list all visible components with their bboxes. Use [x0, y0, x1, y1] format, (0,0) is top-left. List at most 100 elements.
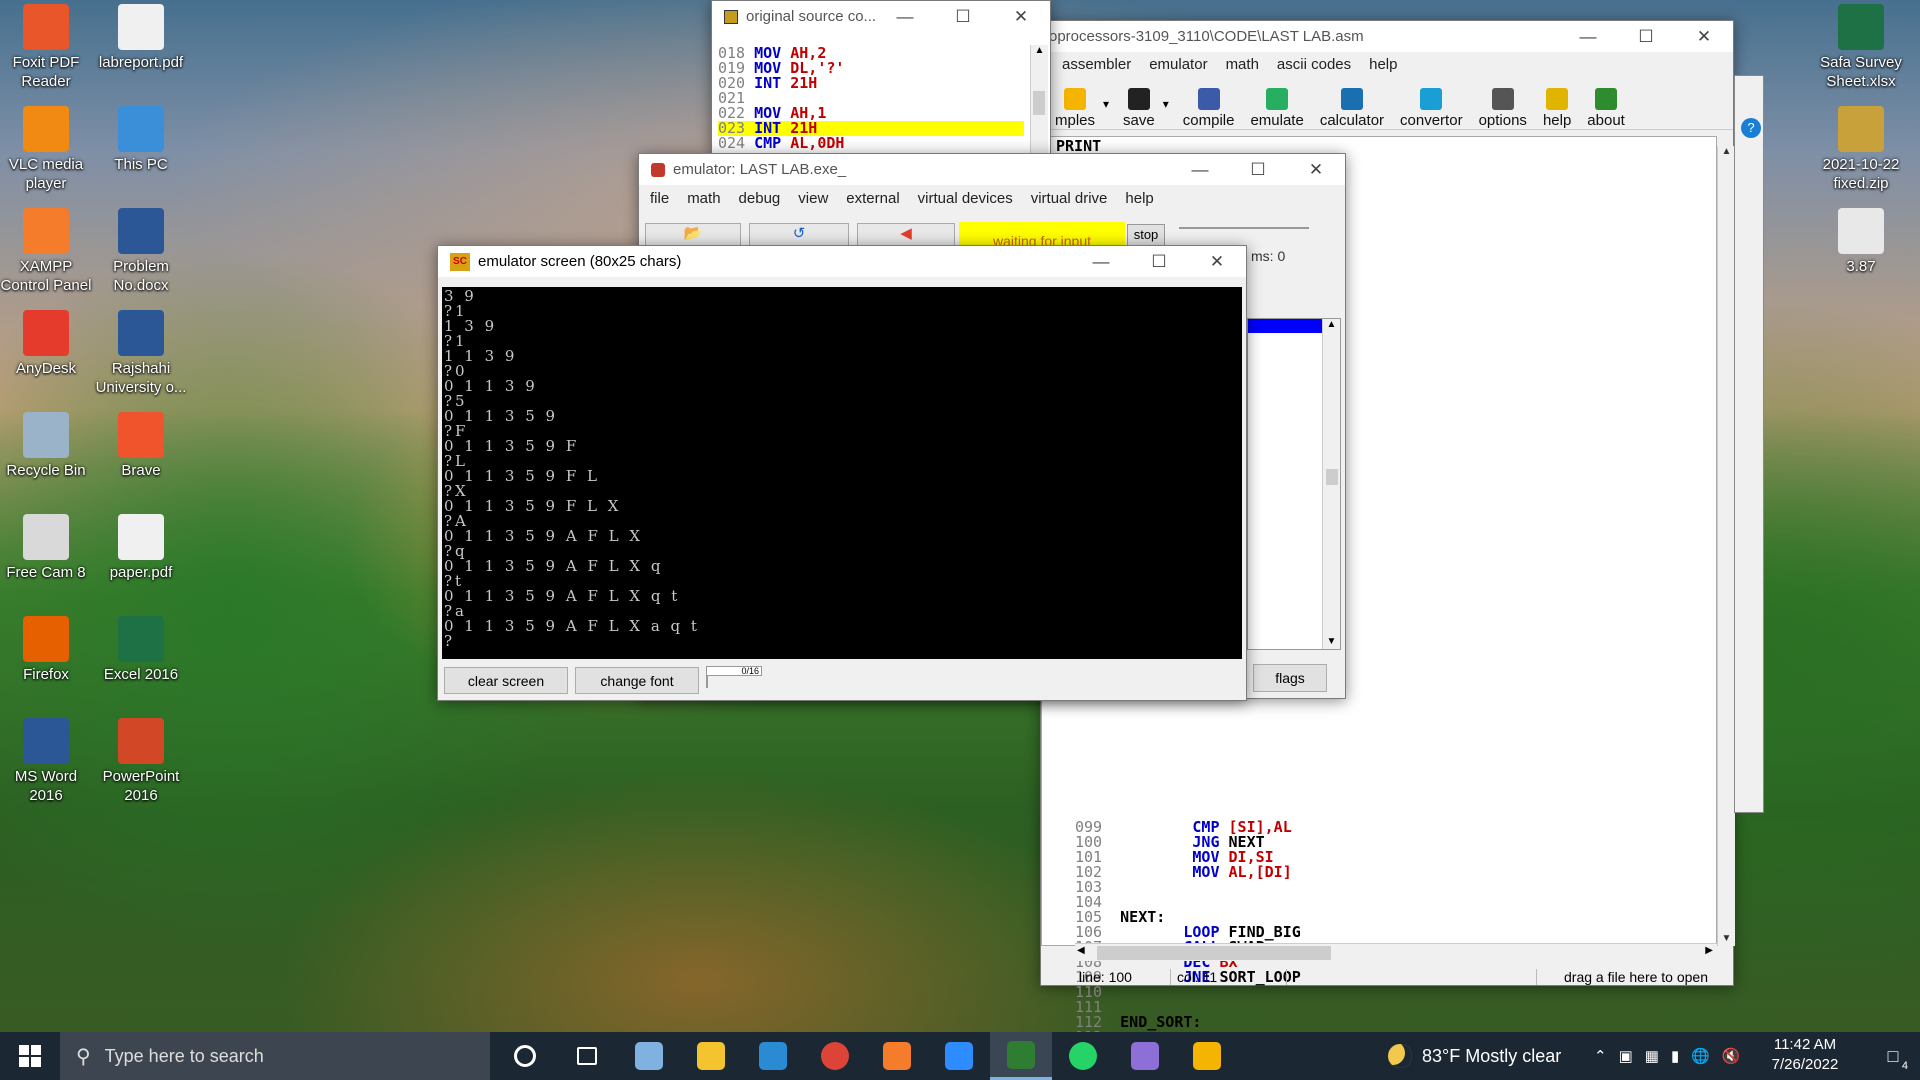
taskbar-app[interactable]: [804, 1032, 866, 1080]
desktop-icon[interactable]: This PC: [95, 106, 187, 174]
desktop-icon[interactable]: Foxit PDF Reader: [0, 4, 92, 91]
editor-menu-item[interactable]: emulator: [1140, 56, 1216, 73]
emulator-titlebar[interactable]: emulator: LAST LAB.exe_ — ☐ ✕: [639, 154, 1345, 185]
emulator-menu-item[interactable]: debug: [730, 190, 790, 207]
source-titlebar[interactable]: original source co... — ☐ ✕: [712, 1, 1050, 32]
desktop-icon[interactable]: Recycle Bin: [0, 412, 92, 480]
desktop-icon[interactable]: Rajshahi University o...: [95, 310, 187, 397]
minimize-icon[interactable]: —: [876, 1, 934, 32]
taskbar-app[interactable]: [742, 1032, 804, 1080]
toolbar-button[interactable]: convertor: [1392, 83, 1471, 129]
camera-icon[interactable]: ▣: [1619, 1047, 1633, 1065]
clock[interactable]: 11:42 AM 7/26/2022: [1760, 1035, 1850, 1075]
reload-button[interactable]: ↺: [749, 223, 849, 247]
toolbar-icon: [1064, 88, 1086, 110]
desktop-icon[interactable]: PowerPoint 2016: [95, 718, 187, 805]
emulator-menu-item[interactable]: math: [678, 190, 729, 207]
clear-screen-button[interactable]: clear screen: [444, 667, 568, 694]
taskbar-app[interactable]: [556, 1032, 618, 1080]
chevron-up-icon[interactable]: ⌃: [1594, 1047, 1607, 1065]
editor-menu-item[interactable]: assembler: [1053, 56, 1140, 73]
taskbar-app[interactable]: [866, 1032, 928, 1080]
load-button[interactable]: 📂: [645, 223, 741, 247]
screen-output[interactable]: 3 9 ?1 1 3 9 ?1 1 1 3 9 ?0 0 1 1 3 9 ?5 0 1 1 3 …: [442, 287, 1242, 659]
minimize-icon[interactable]: —: [1559, 21, 1617, 52]
notification-button[interactable]: □ 4: [1870, 1032, 1916, 1080]
desktop-icon[interactable]: Problem No.docx: [95, 208, 187, 295]
desktop-icon[interactable]: MS Word 2016: [0, 718, 92, 805]
taskbar-app[interactable]: [618, 1032, 680, 1080]
change-font-button[interactable]: change font: [575, 667, 699, 694]
maximize-icon[interactable]: ☐: [1617, 21, 1675, 52]
source-scrollbar[interactable]: ▲: [1030, 45, 1048, 153]
toolbar-button[interactable]: mples: [1047, 83, 1103, 129]
emulator-menu-item[interactable]: virtual devices: [909, 190, 1022, 207]
battery-icon[interactable]: ▮: [1671, 1047, 1679, 1065]
desktop-icon[interactable]: Brave: [95, 412, 187, 480]
emulator-menu-item[interactable]: file: [641, 190, 678, 207]
dropdown-arrow-icon[interactable]: ▾: [1103, 97, 1109, 111]
desktop-icon[interactable]: Firefox: [0, 616, 92, 684]
close-icon[interactable]: ✕: [1188, 246, 1246, 277]
desktop-icon[interactable]: XAMPP Control Panel: [0, 208, 92, 295]
desktop-icon[interactable]: labreport.pdf: [95, 4, 187, 72]
toolbar-button[interactable]: about: [1579, 83, 1633, 129]
weather-widget[interactable]: 83°F Mostly clear: [1388, 1032, 1561, 1080]
taskbar-app[interactable]: [1114, 1032, 1176, 1080]
close-icon[interactable]: ✕: [1287, 154, 1345, 185]
source-line: 024 CMP AL,0DH: [718, 136, 1024, 151]
desktop-icon[interactable]: 3.87: [1806, 208, 1916, 276]
network-icon[interactable]: 🌐: [1691, 1047, 1710, 1065]
desktop-icon[interactable]: paper.pdf: [95, 514, 187, 582]
screen-output-line: ?0: [444, 362, 468, 380]
desktop-icon[interactable]: Free Cam 8: [0, 514, 92, 582]
maximize-icon[interactable]: ☐: [934, 1, 992, 32]
toolbar-button[interactable]: compile: [1175, 83, 1243, 129]
maximize-icon[interactable]: ☐: [1229, 154, 1287, 185]
toolbar-button[interactable]: save: [1115, 83, 1163, 129]
emulator-menu-item[interactable]: view: [789, 190, 837, 207]
start-button[interactable]: [0, 1032, 60, 1080]
toolbar-button[interactable]: options: [1471, 83, 1535, 129]
flags-button[interactable]: flags: [1253, 664, 1327, 692]
emulator-menu-item[interactable]: help: [1116, 190, 1162, 207]
help-icon[interactable]: ?: [1741, 118, 1761, 138]
stop-button[interactable]: stop: [1127, 224, 1165, 246]
speed-slider[interactable]: [1179, 227, 1309, 247]
memory-list[interactable]: ▲ ▼: [1247, 318, 1341, 650]
desktop-icon[interactable]: Excel 2016: [95, 616, 187, 684]
editor-titlebar[interactable]: oprocessors-3109_3110\CODE\LAST LAB.asm …: [1041, 21, 1733, 52]
toolbar-button[interactable]: emulate: [1242, 83, 1311, 129]
editor-menu-item[interactable]: ascii codes: [1268, 56, 1360, 73]
taskbar-app[interactable]: [928, 1032, 990, 1080]
close-icon[interactable]: ✕: [992, 1, 1050, 32]
display-icon[interactable]: ▦: [1645, 1047, 1659, 1065]
taskbar-app[interactable]: [1052, 1032, 1114, 1080]
editor-hscrollbar[interactable]: ◀ ▶: [1075, 943, 1717, 961]
step-back-button[interactable]: ◀: [857, 223, 955, 247]
taskbar-app[interactable]: [680, 1032, 742, 1080]
taskbar-search[interactable]: ⚲ Type here to search: [60, 1032, 490, 1080]
editor-menu-item[interactable]: help: [1360, 56, 1406, 73]
desktop-icon[interactable]: 2021-10-22 fixed.zip: [1806, 106, 1916, 193]
toolbar-button[interactable]: calculator: [1312, 83, 1392, 129]
screen-titlebar[interactable]: SC emulator screen (80x25 chars) — ☐ ✕: [438, 246, 1246, 277]
editor-vscrollbar[interactable]: ▲ ▼: [1717, 146, 1735, 946]
volume-icon[interactable]: 🔇: [1722, 1047, 1741, 1065]
maximize-icon[interactable]: ☐: [1130, 246, 1188, 277]
dropdown-arrow-icon[interactable]: ▾: [1163, 97, 1169, 111]
taskbar-app[interactable]: [990, 1032, 1052, 1080]
minimize-icon[interactable]: —: [1171, 154, 1229, 185]
emulator-menu-item[interactable]: external: [837, 190, 908, 207]
taskbar-app[interactable]: [494, 1032, 556, 1080]
toolbar-button[interactable]: help: [1535, 83, 1579, 129]
editor-menu-item[interactable]: math: [1217, 56, 1268, 73]
taskbar-app[interactable]: [1176, 1032, 1238, 1080]
close-icon[interactable]: ✕: [1675, 21, 1733, 52]
desktop-icon[interactable]: Safa Survey Sheet.xlsx: [1806, 4, 1916, 91]
desktop-icon[interactable]: AnyDesk: [0, 310, 92, 378]
minimize-icon[interactable]: —: [1072, 246, 1130, 277]
emulator-menu-item[interactable]: virtual drive: [1022, 190, 1117, 207]
desktop-icon[interactable]: VLC media player: [0, 106, 92, 193]
memory-scrollbar[interactable]: ▲ ▼: [1322, 319, 1340, 649]
